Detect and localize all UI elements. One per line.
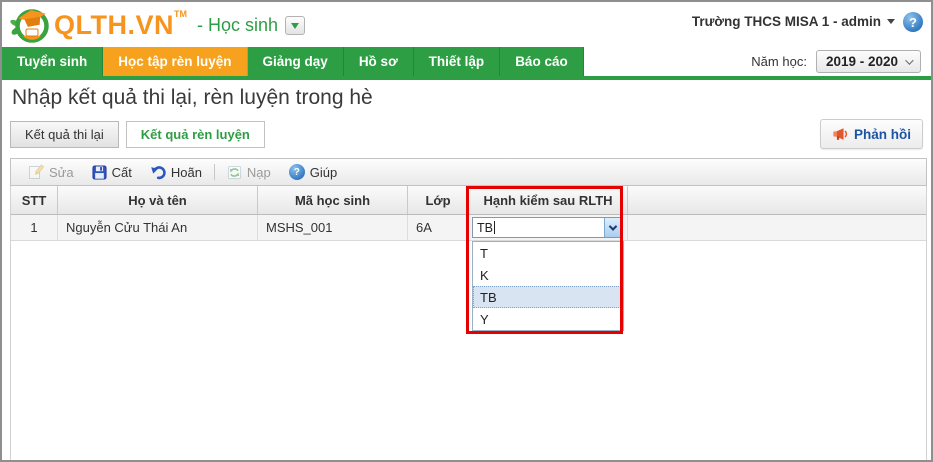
edit-button[interactable]: Sửa [19, 160, 83, 184]
edit-icon [29, 164, 44, 179]
dropdown-option-k[interactable]: K [473, 264, 623, 286]
column-header-stt[interactable]: STT [11, 186, 58, 214]
table-row[interactable]: 1 Nguyễn Cửu Thái An MSHS_001 6A TB [11, 215, 926, 241]
column-header-conduct[interactable]: Hạnh kiểm sau RLTH [469, 186, 628, 214]
feedback-label: Phản hồi [854, 126, 911, 142]
nav-tab-hoc-tap-ren-luyen[interactable]: Học tập rèn luyện [103, 47, 248, 76]
cell-code: MSHS_001 [258, 215, 408, 240]
help-icon: ? [288, 164, 305, 180]
logo[interactable]: QLTH.VN TM - Học sinh [10, 5, 306, 45]
tab-ket-qua-ren-luyen[interactable]: Kết quả rèn luyện [125, 121, 265, 148]
cell-class: 6A [408, 215, 469, 240]
save-button[interactable]: Cất [83, 160, 141, 184]
results-grid: STT Họ và tên Mã học sinh Lớp Hạnh kiểm … [10, 186, 927, 460]
nav-tab-thiet-lap[interactable]: Thiết lập [413, 47, 501, 76]
refresh-button[interactable]: Nạp [218, 160, 280, 184]
grid-header-row: STT Họ và tên Mã học sinh Lớp Hạnh kiểm … [11, 186, 926, 215]
school-year-label: Năm học: [751, 54, 807, 69]
nav-tab-tuyen-sinh[interactable]: Tuyển sinh [2, 47, 104, 76]
column-header-filler [628, 186, 926, 214]
result-tabs: Kết quả thi lại Kết quả rèn luyện [10, 121, 265, 148]
text-cursor [493, 221, 495, 234]
chevron-down-icon [887, 19, 895, 24]
qlth-logo-icon [10, 9, 49, 43]
page-title: Nhập kết quả thi lại, rèn luyện trong hè [12, 86, 373, 109]
app-window: QLTH.VN TM - Học sinh Trường THCS MISA 1… [0, 0, 933, 462]
nav-tab-ho-so[interactable]: Hồ sơ [343, 47, 414, 76]
cell-stt: 1 [11, 215, 58, 240]
school-year-area: Năm học: 2019 - 2020 [751, 47, 931, 76]
school-year-dropdown[interactable]: 2019 - 2020 [815, 50, 921, 73]
help-icon[interactable]: ? [903, 12, 923, 32]
nav-underline [2, 76, 931, 80]
save-label: Cất [111, 164, 132, 180]
save-icon [92, 164, 107, 180]
chevron-down-icon [608, 221, 618, 231]
module-label: - Học sinh [197, 15, 279, 35]
help-label: Giúp [309, 164, 338, 180]
feedback-button[interactable]: Phản hồi [820, 119, 923, 149]
column-header-name[interactable]: Họ và tên [58, 186, 258, 214]
undo-button[interactable]: Hoãn [141, 160, 211, 184]
refresh-label: Nạp [246, 164, 271, 180]
dropdown-option-t[interactable]: T [473, 242, 623, 264]
dropdown-option-y[interactable]: Y [473, 308, 623, 330]
module-dropdown-button[interactable] [285, 16, 306, 35]
chevron-down-icon [291, 22, 300, 29]
logo-tm: TM [174, 9, 187, 19]
account-label: Trường THCS MISA 1 - admin [691, 14, 881, 29]
refresh-icon [227, 165, 241, 179]
main-nav: Tuyển sinh Học tập rèn luyện Giảng dạy H… [2, 47, 931, 76]
tab-ket-qua-thi-lai[interactable]: Kết quả thi lại [10, 121, 119, 148]
account-menu[interactable]: Trường THCS MISA 1 - admin [692, 14, 895, 29]
toolbar-separator [213, 164, 215, 180]
app-header: QLTH.VN TM - Học sinh Trường THCS MISA 1… [2, 2, 931, 47]
chevron-down-icon [905, 55, 914, 65]
cell-filler [628, 215, 926, 240]
cell-conduct: TB [469, 215, 628, 240]
grid-toolbar: Sửa Cất Hoãn Nạp ? Giúp [10, 158, 927, 186]
logo-text: QLTH.VN [54, 10, 174, 40]
conduct-combobox[interactable]: TB [472, 217, 622, 238]
nav-tab-bao-cao[interactable]: Báo cáo [500, 47, 584, 76]
school-year-value: 2019 - 2020 [825, 54, 898, 69]
megaphone-icon [833, 128, 848, 140]
conduct-combobox-dropdown-button[interactable] [604, 218, 621, 237]
column-header-class[interactable]: Lớp [408, 186, 469, 214]
conduct-dropdown-list: T K TB Y [472, 241, 624, 331]
conduct-combobox-value: TB [477, 220, 495, 235]
edit-label: Sửa [49, 164, 74, 180]
help-button[interactable]: ? Giúp [280, 160, 346, 184]
undo-icon [151, 166, 166, 180]
cell-name: Nguyễn Cửu Thái An [58, 215, 258, 240]
nav-tab-giang-day[interactable]: Giảng dạy [247, 47, 344, 76]
dropdown-option-tb[interactable]: TB [473, 286, 623, 308]
undo-label: Hoãn [170, 164, 202, 180]
column-header-code[interactable]: Mã học sinh [258, 186, 408, 214]
